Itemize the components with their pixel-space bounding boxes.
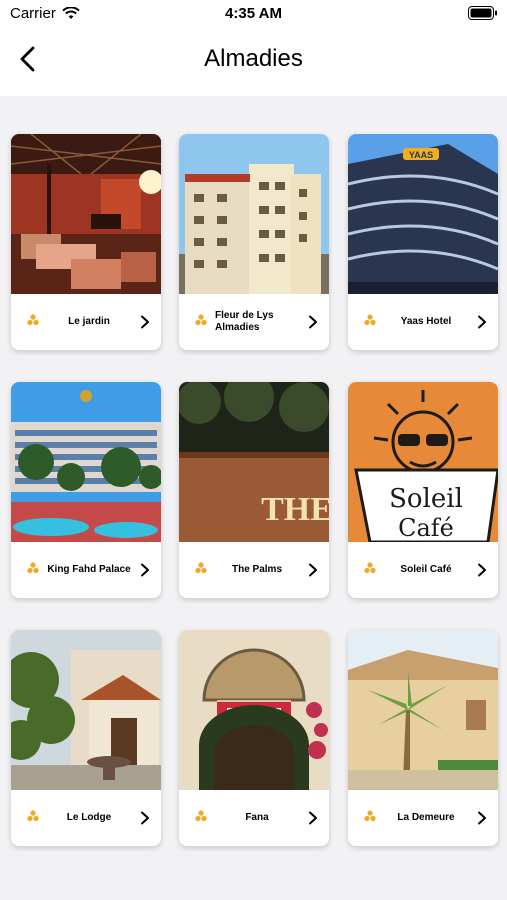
chevron-right-icon	[141, 563, 149, 577]
hotel-photo	[179, 134, 329, 294]
hotel-name: Le jardin	[68, 316, 110, 327]
pin-cluster-icon	[195, 314, 207, 326]
hotel-name: La Demeure	[397, 812, 455, 823]
chevron-right-icon	[478, 811, 486, 825]
cafe-sign-line2: Café	[398, 514, 454, 542]
hotel-photo: Soleil Café	[348, 382, 498, 542]
card-footer: Le jardin	[11, 294, 161, 350]
hotel-name: Yaas Hotel	[400, 316, 452, 327]
hotel-name: Soleil Café	[400, 564, 452, 575]
hotel-photo	[11, 134, 161, 294]
hotel-name: Le Lodge	[66, 812, 112, 823]
hotel-photo: THE	[179, 382, 329, 542]
hotel-name: The Palms	[231, 564, 283, 575]
chevron-right-icon	[309, 563, 317, 577]
chevron-right-icon	[309, 315, 317, 329]
pin-cluster-icon	[364, 810, 376, 822]
pin-cluster-icon	[27, 562, 39, 574]
hotel-card-le-jardin[interactable]: Le jardin	[11, 134, 161, 350]
hotel-card-fleur-de-lys[interactable]: Fleur de Lys Almadies	[179, 134, 329, 350]
hotel-card-soleil-cafe[interactable]: Soleil Café Soleil Café	[348, 382, 498, 598]
hotel-card-the-palms[interactable]: THE The Palms	[179, 382, 329, 598]
card-footer: The Palms	[179, 542, 329, 598]
hotel-name: Fleur de Lys Almadies	[215, 310, 274, 333]
hotel-card-fana[interactable]: Fana	[179, 630, 329, 846]
hotel-name: Fana	[245, 812, 269, 823]
chevron-right-icon	[478, 315, 486, 329]
card-footer: Le Lodge	[11, 790, 161, 846]
pin-cluster-icon	[195, 810, 207, 822]
hotel-card-king-fahd-palace[interactable]: King Fahd Palace	[11, 382, 161, 598]
status-bar: Carrier 4:35 AM	[0, 0, 507, 28]
card-footer: Yaas Hotel	[348, 294, 498, 350]
hotel-photo	[348, 630, 498, 790]
pin-cluster-icon	[364, 314, 376, 326]
cafe-sign-line1: Soleil	[389, 484, 463, 514]
hotel-photo	[11, 382, 161, 542]
hotel-card-la-demeure[interactable]: La Demeure	[348, 630, 498, 846]
hotel-name: King Fahd Palace	[47, 564, 131, 575]
card-footer: King Fahd Palace	[11, 542, 161, 598]
hotel-card-yaas[interactable]: YAAS Yaas Hotel	[348, 134, 498, 350]
status-time: 4:35 AM	[225, 5, 282, 22]
pin-cluster-icon	[364, 562, 376, 574]
chevron-right-icon	[478, 563, 486, 577]
page-title: Almadies	[204, 45, 303, 72]
yaas-logo-text: YAAS	[409, 150, 433, 160]
chevron-right-icon	[141, 811, 149, 825]
hotel-card-le-lodge[interactable]: Le Lodge	[11, 630, 161, 846]
battery-icon	[468, 6, 497, 20]
chevron-right-icon	[309, 811, 317, 825]
chevron-right-icon	[141, 315, 149, 329]
pin-cluster-icon	[195, 562, 207, 574]
pin-cluster-icon	[27, 314, 39, 326]
hotel-photo	[179, 630, 329, 790]
pin-cluster-icon	[27, 810, 39, 822]
card-footer: Fleur de Lys Almadies	[179, 294, 329, 350]
palms-sign-text: THE	[261, 491, 329, 528]
card-footer: La Demeure	[348, 790, 498, 846]
hotel-photo	[11, 630, 161, 790]
card-footer: Fana	[179, 790, 329, 846]
hotel-photo: YAAS	[348, 134, 498, 294]
navigation-bar: Almadies	[0, 28, 507, 96]
card-footer: Soleil Café	[348, 542, 498, 598]
